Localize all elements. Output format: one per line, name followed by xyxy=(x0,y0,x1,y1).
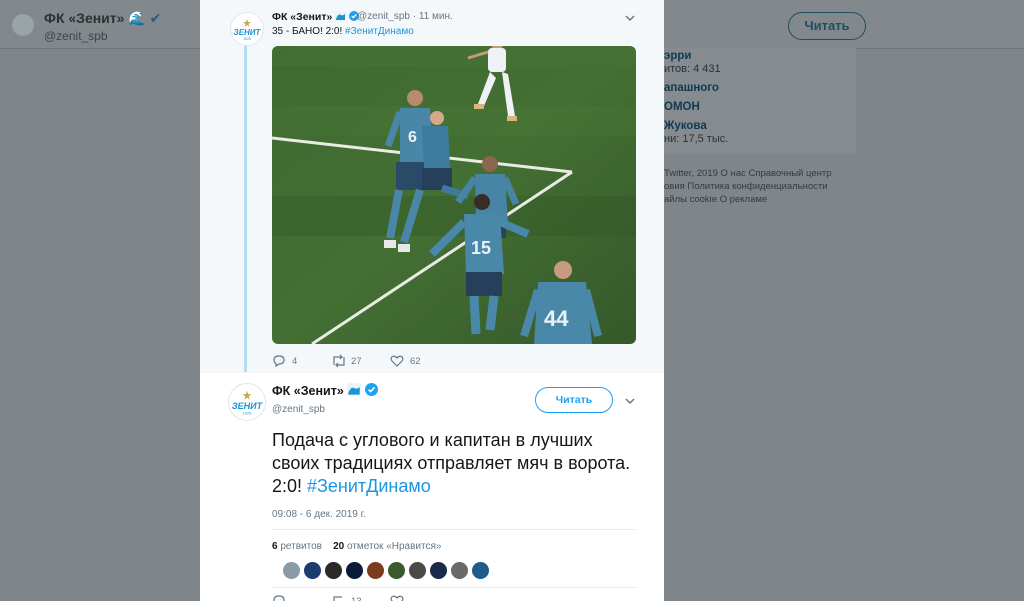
thread-connector-line xyxy=(244,46,247,372)
tweet-modal: ЗЕНИТ 1925 ФК «Зенит» @zenit_spb · 11 ми… xyxy=(200,0,664,601)
zenit-avatar-main[interactable]: ЗЕНИТ 1925 xyxy=(228,383,266,421)
svg-text:ЗЕНИТ: ЗЕНИТ xyxy=(234,28,262,37)
liker-avatar[interactable] xyxy=(303,561,322,580)
background-footer-line: айлы cookie О рекламе xyxy=(664,194,768,205)
retweet-icon xyxy=(333,596,342,601)
heart-icon xyxy=(390,355,404,367)
like-button[interactable] xyxy=(390,594,434,601)
liker-avatar[interactable] xyxy=(366,561,385,580)
background-footer-line: Twitter, 2019 О нас Справочный центр xyxy=(664,168,832,179)
liker-avatar[interactable] xyxy=(387,561,406,580)
retweet-button[interactable]: 13 xyxy=(331,594,375,601)
tweet1-text: 35 - БАНО! 2:0! #ЗенитДинамо xyxy=(272,26,414,37)
tweet2-author[interactable]: ФК «Зенит» xyxy=(272,383,378,398)
likes-stat[interactable]: 20 отметок «Нравится» xyxy=(333,541,441,552)
tweet1-time[interactable]: 11 мин. xyxy=(419,11,453,22)
background-card-line: ОМОН xyxy=(664,101,700,113)
tweet1-meta: @zenit_spb · 11 мин. xyxy=(357,11,453,22)
background-card-line: ни: 17,5 тыс. xyxy=(664,133,729,145)
reply-button[interactable] xyxy=(272,594,312,601)
tweet1-author[interactable]: ФК «Зенит» xyxy=(272,11,360,23)
svg-text:1925: 1925 xyxy=(243,410,253,415)
tweet2-stats: 6 ретвитов 20 отметок «Нравится» xyxy=(272,541,441,552)
follow-button[interactable]: Читать xyxy=(535,387,613,413)
zenit-logo-icon: ЗЕНИТ 1925 xyxy=(234,19,262,41)
background-footer-line: овия Политика конфиденциальности xyxy=(664,181,828,192)
tweet1-photo[interactable]: 6 15 44 xyxy=(272,46,636,344)
tweet2-hashtag-link[interactable]: #ЗенитДинамо xyxy=(307,476,431,496)
svg-text:6: 6 xyxy=(408,129,417,146)
liker-avatar[interactable] xyxy=(345,561,364,580)
reply-icon xyxy=(273,355,285,368)
zenit-avatar[interactable]: ЗЕНИТ 1925 xyxy=(230,12,264,46)
liker-avatar[interactable] xyxy=(471,561,490,580)
background-card-line: эрри xyxy=(664,50,692,62)
heart-icon xyxy=(390,595,404,601)
liker-avatar[interactable] xyxy=(282,561,301,580)
svg-text:ЗЕНИТ: ЗЕНИТ xyxy=(232,401,264,411)
retweet-count: 27 xyxy=(351,356,362,367)
retweet-count: 13 xyxy=(351,596,362,601)
background-profile-handle: @zenit_spb xyxy=(44,29,108,43)
background-profile-logo xyxy=(12,14,34,36)
wave-emoji-icon xyxy=(335,11,347,21)
tweet2-handle: @zenit_spb xyxy=(272,404,325,415)
reply-button[interactable]: 4 xyxy=(272,354,312,368)
verified-badge-icon xyxy=(364,383,378,396)
background-card-line: итов: 4 431 xyxy=(664,63,721,75)
divider xyxy=(272,529,636,530)
background-card-line: Жукова xyxy=(664,120,707,132)
background-follow-button[interactable]: Читать xyxy=(788,12,866,40)
divider xyxy=(272,587,636,588)
tweet2-datetime[interactable]: 09:08 - 6 дек. 2019 г. xyxy=(272,509,366,520)
like-count: 62 xyxy=(410,356,421,367)
retweet-icon xyxy=(333,354,345,368)
zenit-logo-icon: ЗЕНИТ 1925 xyxy=(232,390,264,415)
background-profile-name[interactable]: ФК «Зенит» 🌊 ✔ xyxy=(44,10,161,27)
like-button[interactable]: 62 xyxy=(390,354,434,368)
tweet2-text: Подача с углового и капитан в лучших сво… xyxy=(272,430,631,496)
liker-avatar[interactable] xyxy=(429,561,448,580)
tweet1-handle: @zenit_spb xyxy=(357,11,410,22)
wave-emoji-icon xyxy=(347,383,362,396)
reply-icon xyxy=(273,595,285,601)
liker-avatar[interactable] xyxy=(450,561,469,580)
background-card-line: апашного xyxy=(664,82,719,94)
liker-avatar[interactable] xyxy=(324,561,343,580)
svg-text:15: 15 xyxy=(471,238,491,258)
reply-count: 4 xyxy=(292,356,298,367)
retweets-stat[interactable]: 6 ретвитов xyxy=(272,541,322,552)
football-celebration-image: 6 15 44 xyxy=(272,46,636,344)
chevron-down-icon[interactable] xyxy=(625,13,635,23)
chevron-down-icon[interactable] xyxy=(625,396,635,406)
svg-text:1925: 1925 xyxy=(243,37,251,41)
tweet1-hashtag-link[interactable]: #ЗенитДинамо xyxy=(345,26,414,37)
liker-avatar[interactable] xyxy=(408,561,427,580)
svg-text:44: 44 xyxy=(544,306,569,331)
retweet-button[interactable]: 27 xyxy=(331,354,375,368)
